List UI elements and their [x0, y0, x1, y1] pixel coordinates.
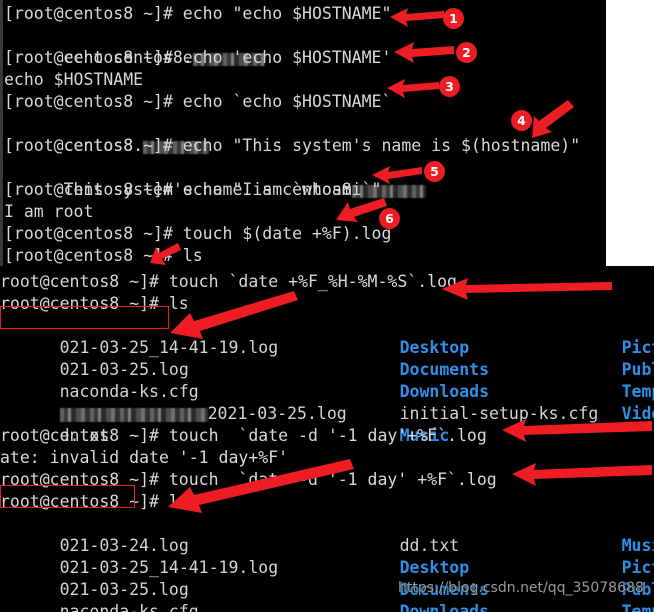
terminal-ls-output-row: 2021-03-25.log Desktop initial-setup-ks.…: [0, 245, 654, 267]
annotation-marker-3: 3: [439, 76, 460, 97]
terminal-line: [root@centos8 ~]# touch $(date +%F).log: [4, 224, 392, 243]
terminal-line: [root@centos8 ~]# echo "echo $HOSTNAME": [4, 4, 392, 23]
terminal-line: [root@centos8 ~]# echo `echo $HOSTNAME`: [4, 92, 392, 111]
highlight-021-03-25_14-41-19-log: [0, 306, 169, 329]
ls-row: Videos: [562, 601, 654, 612]
terminal-pane-top[interactable]: [root@centos8 ~]# echo "echo $HOSTNAME" …: [0, 0, 606, 266]
ls-row: initial-setup-ks.cfg: [340, 601, 598, 612]
annotation-arrow-2: [394, 42, 454, 63]
annotation-arrow-touch-yesterday-bad: [502, 419, 652, 442]
annotation-marker-2: 2: [456, 42, 477, 63]
terminal-line: [root@centos8 ~]# echo "I am `whoami`": [4, 180, 382, 199]
terminal-line: Public: [486, 245, 605, 267]
terminal-line: [root@centos8 ~]# echo 'echo $HOSTNAME': [4, 48, 392, 67]
terminal-left-edge: [0, 0, 3, 266]
annotation-arrow-ls-first-log: [150, 243, 181, 265]
screenshot-root: [root@centos8 ~]# echo "echo $HOSTNAME" …: [0, 0, 654, 612]
ls-entry-file: 2021-03-25.log: [207, 404, 347, 423]
terminal-line: [root@centos8 ~]# echo "This system's na…: [4, 136, 581, 155]
annotation-arrow-5: [372, 166, 422, 184]
annotation-arrow-touch-datetime: [442, 278, 612, 300]
terminal-line: Desktop: [175, 245, 304, 267]
annotation-arrow-3: [387, 79, 439, 98]
annotation-arrow-to-boxed-log-2: [168, 459, 354, 513]
annotation-arrow-1: [390, 8, 444, 27]
annotation-marker-5: 5: [424, 161, 445, 182]
terminal-prompt-active[interactable]: root@centos8 ~]#: [0, 588, 219, 612]
highlight-021-03-24-log: [0, 485, 135, 508]
annotation-arrow-to-boxed-log-1: [170, 291, 298, 339]
annotation-marker-1: 1: [443, 8, 464, 29]
terminal-line: I am root: [4, 202, 94, 221]
annotation-arrow-4: [532, 100, 574, 138]
terminal-line: echo $HOSTNAME: [4, 70, 144, 89]
watermark-url: https://blog.csdn.net/qq_35078688: [398, 580, 644, 596]
page-whitespace-right: [606, 0, 654, 266]
annotation-marker-4: 4: [511, 110, 532, 131]
terminal-line: root@centos8 ~]# touch `date -d '-1 day'…: [0, 426, 487, 445]
annotation-arrow-touch-yesterday-ok: [512, 463, 652, 486]
annotation-marker-6: 6: [379, 208, 400, 229]
terminal-line: root@centos8 ~]# touch `date +%F_%H-%M-%…: [0, 272, 457, 291]
